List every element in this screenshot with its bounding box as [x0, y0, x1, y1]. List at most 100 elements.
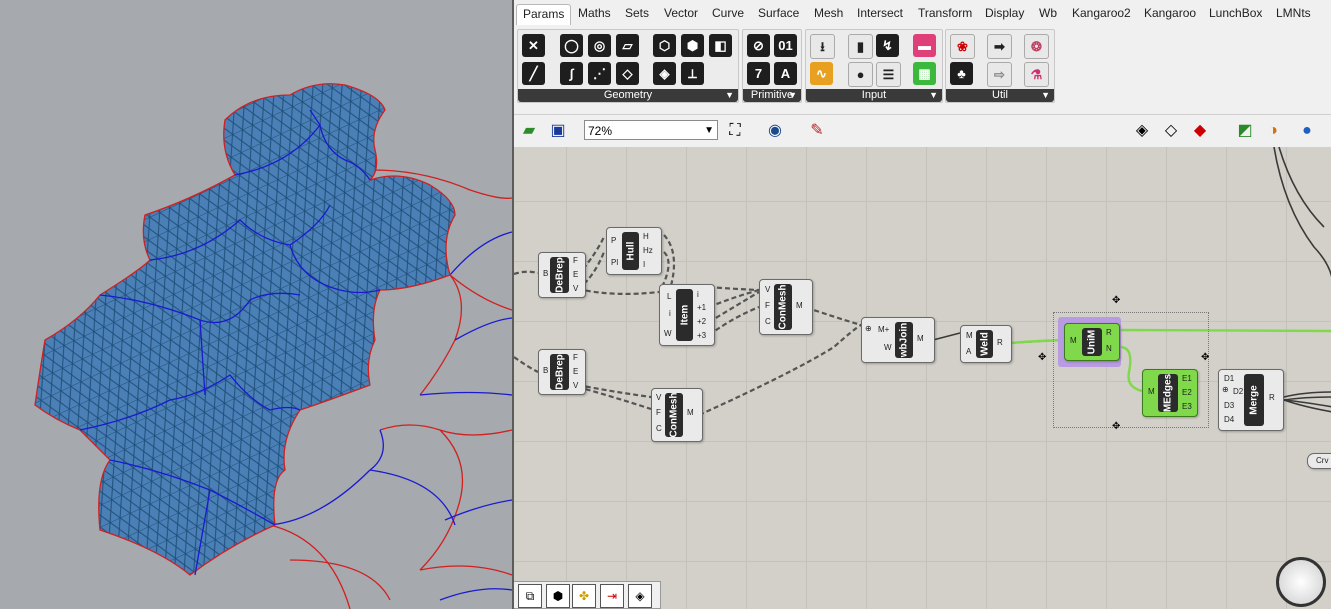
move-handle-icon[interactable]: ✥	[1112, 421, 1120, 432]
data-output-icon[interactable]: ➡	[987, 34, 1012, 59]
tab-lunchbox[interactable]: LunchBox	[1209, 6, 1262, 20]
component-tabs: Params Maths Sets Vector Curve Surface M…	[514, 0, 1331, 26]
conmesh-component-1[interactable]: V F C ConMesh M	[759, 279, 813, 335]
diamond-icon[interactable]: ◈	[628, 584, 652, 608]
debrep-component-1[interactable]: B DeBrep F E V	[538, 252, 586, 298]
circle-param-icon[interactable]: ◯	[560, 34, 583, 57]
tab-display[interactable]: Display	[985, 6, 1024, 20]
debrep-component-2[interactable]: B DeBrep F E V	[538, 349, 586, 395]
data-input-icon[interactable]: ⇨	[987, 62, 1012, 87]
tab-vector[interactable]: Vector	[664, 6, 698, 20]
mesh-viewport-drawing	[34, 83, 512, 609]
zoom-level-field[interactable]: 72% ▼	[584, 120, 718, 140]
tab-kangaroo2[interactable]: Kangaroo2	[1072, 6, 1131, 20]
debrep-core: DeBrep	[550, 257, 569, 293]
grasshopper-canvas[interactable]: B DeBrep F E V P Pl Hull H Hz I L i W It…	[514, 147, 1331, 609]
tab-sets[interactable]: Sets	[625, 6, 649, 20]
tab-wb[interactable]: Wb	[1039, 6, 1057, 20]
preview-shaded-icon[interactable]: ◈	[1131, 121, 1153, 141]
group-label-primitive: Primitive ▼	[743, 89, 801, 102]
merge-component[interactable]: ⊕ D1 D2 D3 D4 Merge R	[1218, 369, 1284, 431]
conmesh-core: ConMesh	[665, 393, 683, 438]
group-label-geometry: Geometry ▼	[518, 89, 738, 102]
preview-selected-icon[interactable]: ◆	[1189, 121, 1211, 141]
toggle-icon[interactable]: ▮	[848, 34, 873, 59]
curve-param-icon[interactable]: ∫	[560, 62, 583, 85]
save-file-icon[interactable]: ▣	[547, 121, 569, 141]
flask-icon[interactable]: ⚗	[1024, 62, 1049, 87]
debrep-core: DeBrep	[550, 354, 569, 390]
number-param-icon[interactable]: 7	[747, 62, 770, 85]
tab-transform[interactable]: Transform	[918, 6, 972, 20]
unim-component[interactable]: M UniM R N	[1064, 323, 1120, 361]
move-handle-icon[interactable]: ✥	[1038, 352, 1046, 363]
network-icon[interactable]: ✤	[572, 584, 596, 608]
arc-param-icon[interactable]: ◎	[588, 34, 611, 57]
point-param-icon[interactable]: ⋰	[588, 62, 611, 85]
group-label-util: Util ▼	[946, 89, 1054, 102]
tree-icon[interactable]: ♣	[950, 62, 973, 85]
cluster-icon[interactable]: ❂	[1024, 34, 1049, 59]
move-handle-icon[interactable]: ✥	[1201, 352, 1209, 363]
tab-surface[interactable]: Surface	[758, 6, 799, 20]
wbjoin-component[interactable]: ⊕ M+ W wbJoin M	[861, 317, 935, 363]
tab-params[interactable]: Params	[516, 4, 572, 25]
sphere-preview-icon[interactable]: ●	[1296, 121, 1318, 141]
tab-mesh[interactable]: Mesh	[814, 6, 843, 20]
tab-intersect[interactable]: Intersect	[857, 6, 903, 20]
merge-core: Merge	[1244, 374, 1264, 426]
tab-kangaroo[interactable]: Kangaroo	[1144, 6, 1196, 20]
boolean-param-icon[interactable]: ⊘	[747, 34, 770, 57]
line-param-icon[interactable]: ╱	[522, 62, 545, 85]
mesh-param-icon[interactable]: ⬢	[681, 34, 704, 57]
group-input: ⭳ ▮ ↯ ▬ ∿ ● ☰ ▦ Input ▼	[805, 29, 943, 103]
brep-param-icon[interactable]: ◧	[709, 34, 732, 57]
group-label-input: Input ▼	[806, 89, 942, 102]
chevron-down-icon[interactable]: ▼	[704, 121, 714, 141]
group-icon[interactable]: ⧉	[518, 584, 542, 608]
open-file-icon[interactable]: ▰	[518, 121, 540, 141]
field-param-icon[interactable]: ◈	[653, 62, 676, 85]
tab-lmnts[interactable]: LMNts	[1276, 6, 1311, 20]
integer-param-icon[interactable]: 01	[774, 34, 797, 57]
button-icon[interactable]: ●	[848, 62, 873, 87]
preview-mesh-icon[interactable]: ◩	[1234, 121, 1256, 141]
geometry-pipeline-icon[interactable]: ⟂	[681, 62, 704, 85]
conmesh-component-2[interactable]: V F C ConMesh M	[651, 388, 703, 442]
value-list-icon[interactable]: ☰	[876, 62, 901, 87]
tab-maths[interactable]: Maths	[578, 6, 611, 20]
flatten-icon: ⊕	[1222, 385, 1229, 394]
graph-mapper-icon[interactable]: ∿	[810, 62, 833, 85]
canvas-navigation-icon[interactable]	[1276, 557, 1326, 607]
slider-icon[interactable]: ↯	[876, 34, 899, 57]
medges-core: MEdges	[1158, 374, 1178, 412]
tab-curve[interactable]: Curve	[712, 6, 744, 20]
box-param-icon[interactable]: ⬡	[653, 34, 676, 57]
normal-icon[interactable]: ⇥	[600, 584, 624, 608]
text-param-icon[interactable]: A	[774, 62, 797, 85]
mesh-surface	[34, 83, 456, 576]
cherry-picker-icon[interactable]: ❀	[950, 34, 975, 59]
geometry-delete-icon[interactable]: ✕	[522, 34, 545, 57]
preview-wire-icon[interactable]: ◇	[1160, 121, 1182, 141]
list-item-component[interactable]: L i W Item i +1 +2 +3	[659, 284, 715, 346]
curve-param-component[interactable]: Crv	[1307, 453, 1331, 469]
preview-eye-icon[interactable]: ◉	[764, 121, 786, 141]
hull-core: Hull	[622, 232, 639, 270]
surface-param-icon[interactable]: ▱	[616, 34, 639, 57]
weld-component[interactable]: M A Weld R	[960, 325, 1012, 363]
mesh-icon[interactable]: ⬢	[546, 584, 570, 608]
group-geometry: ✕ ◯ ◎ ▱ ⬡ ⬢ ◧ ╱ ∫ ⋰ ◇ ◈ ⟂ Geometry ▼	[517, 29, 739, 103]
image-sampler-icon[interactable]: ▦	[913, 62, 936, 85]
material-icon[interactable]: ◑	[1262, 121, 1284, 141]
rhino-viewport[interactable]	[0, 0, 512, 609]
move-handle-icon[interactable]: ✥	[1112, 295, 1120, 306]
color-picker-icon[interactable]: ▬	[913, 34, 936, 57]
medges-component[interactable]: M MEdges E1 E2 E3	[1142, 369, 1198, 417]
group-primitive: ⊘ 01 7 A Primitive ▼	[742, 29, 802, 103]
sketch-pen-icon[interactable]: ✎	[806, 121, 828, 141]
zoom-extents-icon[interactable]: ⛶	[724, 121, 746, 141]
plane-param-icon[interactable]: ◇	[616, 62, 639, 85]
hull-component[interactable]: P Pl Hull H Hz I	[606, 227, 662, 275]
file-path-icon[interactable]: ⭳	[810, 34, 835, 59]
